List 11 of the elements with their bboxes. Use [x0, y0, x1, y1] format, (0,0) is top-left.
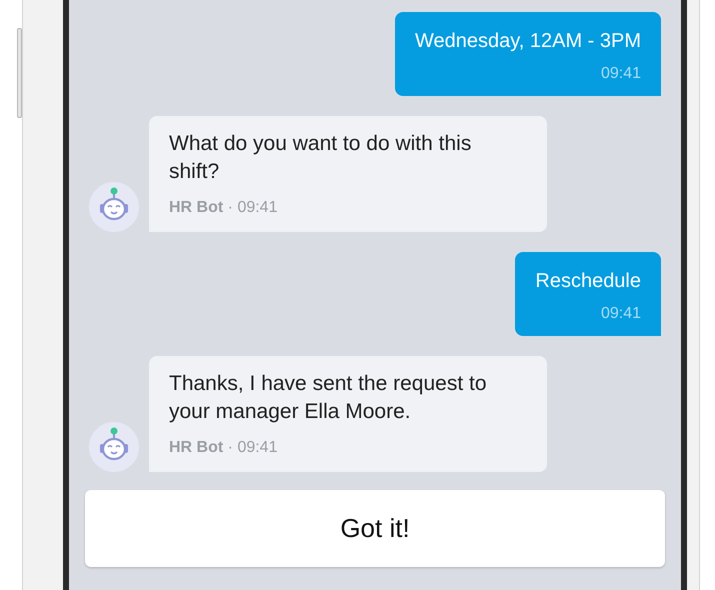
- robot-avatar-icon: [89, 182, 139, 232]
- robot-avatar-icon: [89, 422, 139, 472]
- message-meta: HR Bot · 09:41: [169, 198, 278, 218]
- message-time: 09:41: [600, 64, 641, 84]
- got-it-button[interactable]: Got it!: [85, 490, 665, 567]
- message-text: Reschedule: [535, 269, 641, 294]
- message-time: 09:41: [600, 304, 641, 324]
- message-text: Wednesday, 12AM - 3PM: [414, 29, 641, 54]
- message-meta: HR Bot · 09:41: [169, 438, 278, 458]
- message-text: Thanks, I have sent the request to your manager Ella Moore.: [169, 371, 488, 425]
- message-text: What do you want to do with this shift?: [169, 131, 472, 185]
